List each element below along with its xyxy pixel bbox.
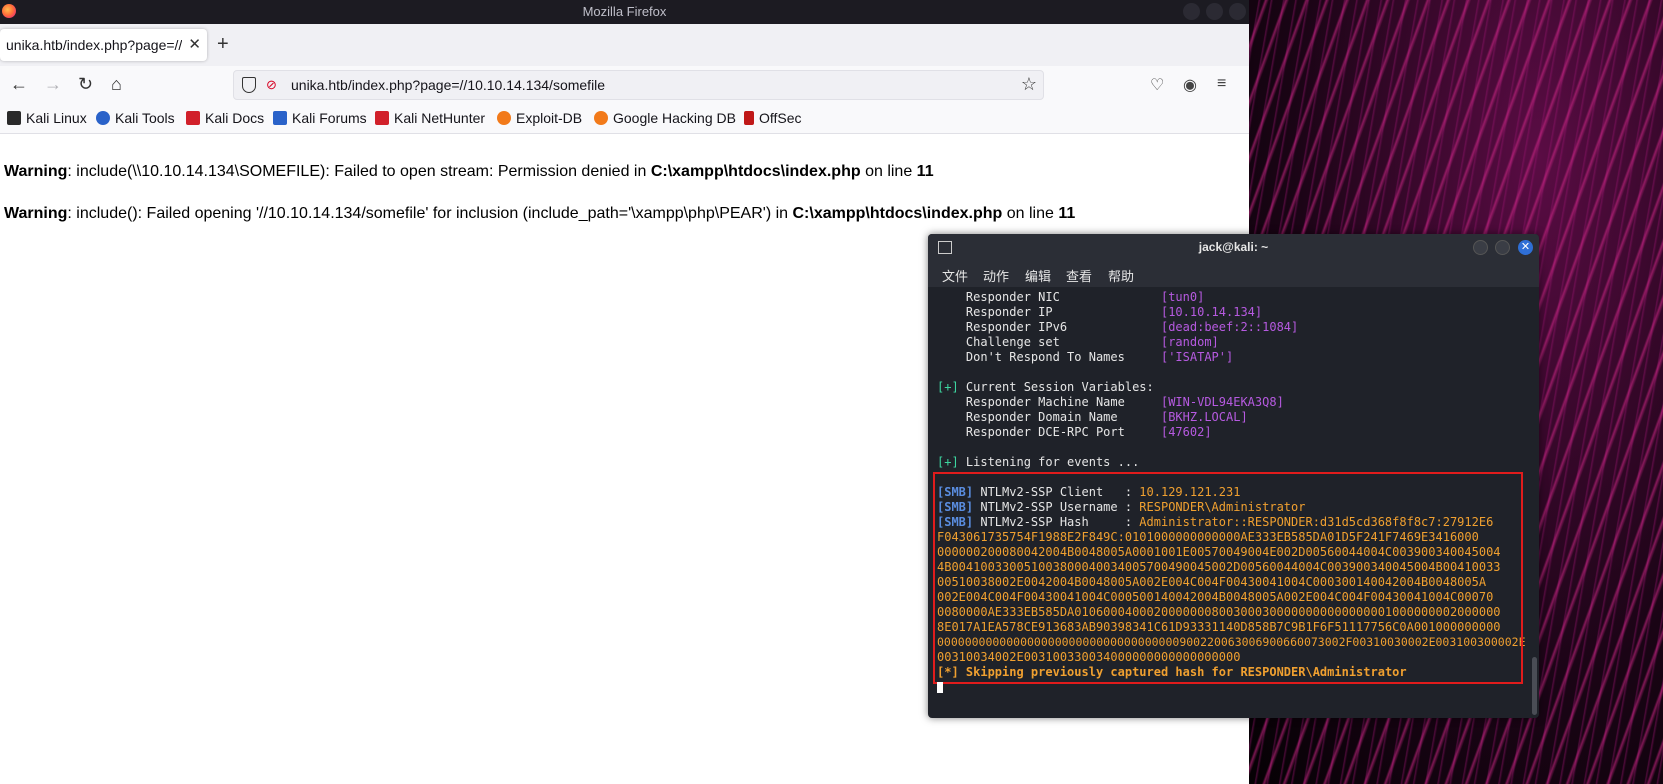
bookmark-label: Kali Forums [292, 110, 367, 126]
menu-action[interactable]: 动作 [983, 266, 1009, 285]
warning-label: Warning [4, 205, 68, 222]
terminal-line: Don't Respond To Names ['ISATAP'] [937, 350, 1234, 364]
tab-label: unika.htb/index.php?page=// [6, 37, 182, 53]
bookmark-kali-linux[interactable]: Kali Linux [7, 110, 87, 126]
terminal-close-button[interactable]: ✕ [1518, 240, 1533, 255]
bookmark-label: Exploit-DB [516, 110, 583, 126]
menu-view[interactable]: 查看 [1066, 266, 1092, 285]
window-title: Mozilla Firefox [582, 4, 667, 19]
kali-dragon-icon [7, 111, 21, 125]
account-icon[interactable]: ◉ [1183, 75, 1197, 95]
minimize-button[interactable] [1183, 3, 1200, 20]
offsec-icon [744, 111, 754, 125]
terminal-line: Responder NIC [tun0] [937, 290, 1205, 304]
highlight-box [933, 472, 1523, 684]
menu-edit[interactable]: 编辑 [1025, 266, 1051, 285]
warning-line: 11 [916, 163, 934, 180]
close-window-button[interactable] [1229, 3, 1246, 20]
insecure-lock-icon[interactable]: ⊘ [266, 77, 278, 92]
terminal-menubar: 文件 动作 编辑 查看 帮助 [928, 261, 1539, 287]
new-tab-button[interactable]: + [217, 34, 229, 54]
bookmark-label: Kali Docs [205, 110, 265, 126]
terminal-titlebar: jack@kali: ~ ✕ [928, 234, 1539, 261]
php-warning-2: Warning: include(): Failed opening '//10… [4, 205, 1075, 223]
nethunter-icon [375, 111, 389, 125]
warning-online: on line [1002, 205, 1059, 222]
maximize-button[interactable] [1206, 3, 1223, 20]
warning-text: : include(): Failed opening '//10.10.14.… [67, 205, 793, 222]
terminal-output[interactable]: Responder NIC [tun0] Responder IP [10.10… [928, 287, 1539, 718]
bookmark-star-icon[interactable]: ☆ [1021, 74, 1037, 95]
bookmark-kali-forums[interactable]: Kali Forums [273, 110, 367, 126]
bookmark-label: Kali Tools [115, 110, 175, 126]
bookmark-offsec[interactable]: OffSec [744, 110, 802, 126]
bookmarks-toolbar: Kali Linux Kali Tools Kali Docs Kali For… [0, 104, 1249, 134]
bookmark-label: Kali NetHunter [394, 110, 486, 126]
window-titlebar: Mozilla Firefox [0, 0, 1249, 24]
bookmark-exploit-db[interactable]: Exploit-DB [497, 110, 582, 126]
forward-button[interactable]: → [44, 74, 62, 94]
home-button[interactable]: ⌂ [111, 74, 122, 94]
pocket-icon[interactable]: ♡ [1150, 75, 1164, 95]
exploit-db-icon [497, 111, 511, 125]
terminal-line: [+] Listening for events ... [937, 455, 1140, 469]
menu-help[interactable]: 帮助 [1108, 266, 1134, 285]
kali-forums-icon [273, 111, 287, 125]
bookmark-kali-nethunter[interactable]: Kali NetHunter [375, 110, 485, 126]
menu-file[interactable]: 文件 [942, 266, 968, 285]
terminal-scrollbar[interactable] [1532, 657, 1537, 715]
navigation-toolbar: ← → ↻ ⌂ ⊘ unika.htb/index.php?page=//10.… [0, 66, 1249, 104]
close-tab-icon[interactable]: ✕ [188, 35, 201, 53]
warning-line: 11 [1058, 205, 1076, 222]
kali-tools-icon [96, 111, 110, 125]
warning-file: C:\xampp\htdocs\index.php [650, 163, 861, 180]
bookmark-kali-tools[interactable]: Kali Tools [96, 110, 175, 126]
terminal-title: jack@kali: ~ [1198, 240, 1269, 254]
terminal-line: [+] Current Session Variables: [937, 380, 1154, 394]
warning-file: C:\xampp\htdocs\index.php [792, 205, 1003, 222]
url-text[interactable]: unika.htb/index.php?page=//10.10.14.134/… [291, 77, 605, 93]
tracking-shield-icon[interactable] [242, 77, 256, 93]
terminal-maximize-button[interactable] [1495, 240, 1510, 255]
address-bar[interactable]: ⊘ unika.htb/index.php?page=//10.10.14.13… [233, 70, 1044, 100]
terminal-window: jack@kali: ~ ✕ 文件 动作 编辑 查看 帮助 Responder … [928, 234, 1539, 718]
terminal-line: Responder Machine Name [WIN-VDL94EKA3Q8] [937, 395, 1284, 409]
terminal-line: Responder IPv6 [dead:beef:2::1084] [937, 320, 1299, 334]
bookmark-label: Google Hacking DB [613, 110, 736, 126]
terminal-line: Responder IP [10.10.14.134] [937, 305, 1263, 319]
tab-bar: unika.htb/index.php?page=// ✕ + [0, 24, 1249, 66]
reload-button[interactable]: ↻ [78, 74, 93, 94]
back-button[interactable]: ← [10, 74, 28, 94]
terminal-line: Responder DCE-RPC Port [47602] [937, 425, 1212, 439]
terminal-cursor [937, 682, 943, 693]
terminal-line: Challenge set [random] [937, 335, 1219, 349]
menu-icon[interactable]: ≡ [1217, 75, 1226, 93]
warning-text: : include(\\10.10.14.134\SOMEFILE): Fail… [67, 163, 651, 180]
bookmark-label: OffSec [759, 110, 802, 126]
bookmark-kali-docs[interactable]: Kali Docs [186, 110, 264, 126]
tab-active[interactable]: unika.htb/index.php?page=// ✕ [0, 29, 207, 61]
terminal-line: Responder Domain Name [BKHZ.LOCAL] [937, 410, 1248, 424]
warning-label: Warning [4, 163, 68, 180]
kali-docs-icon [186, 111, 200, 125]
warning-online: on line [860, 163, 917, 180]
bookmark-google-hacking-db[interactable]: Google Hacking DB [594, 110, 736, 126]
php-warning-1: Warning: include(\\10.10.14.134\SOMEFILE… [4, 163, 934, 181]
bookmark-label: Kali Linux [26, 110, 87, 126]
ghdb-icon [594, 111, 608, 125]
terminal-minimize-button[interactable] [1473, 240, 1488, 255]
